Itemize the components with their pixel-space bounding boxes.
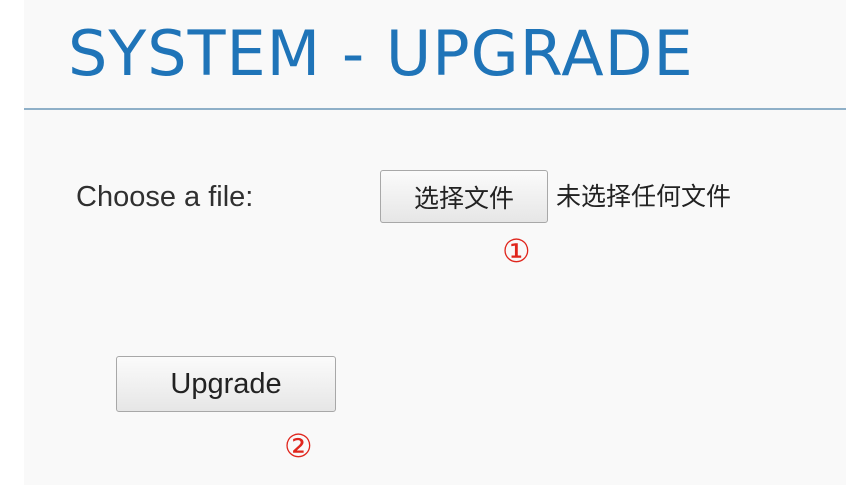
choose-file-button[interactable]: 选择文件 [380, 170, 548, 223]
upgrade-button[interactable]: Upgrade [116, 356, 336, 412]
step-2-marker: ② [284, 427, 313, 465]
file-status-text: 未选择任何文件 [556, 182, 732, 211]
title-divider [24, 108, 846, 110]
page-title: SYSTEM - UPGRADE [68, 17, 694, 90]
step-1-marker: ① [502, 232, 531, 270]
choose-file-label: Choose a file: [76, 181, 254, 213]
